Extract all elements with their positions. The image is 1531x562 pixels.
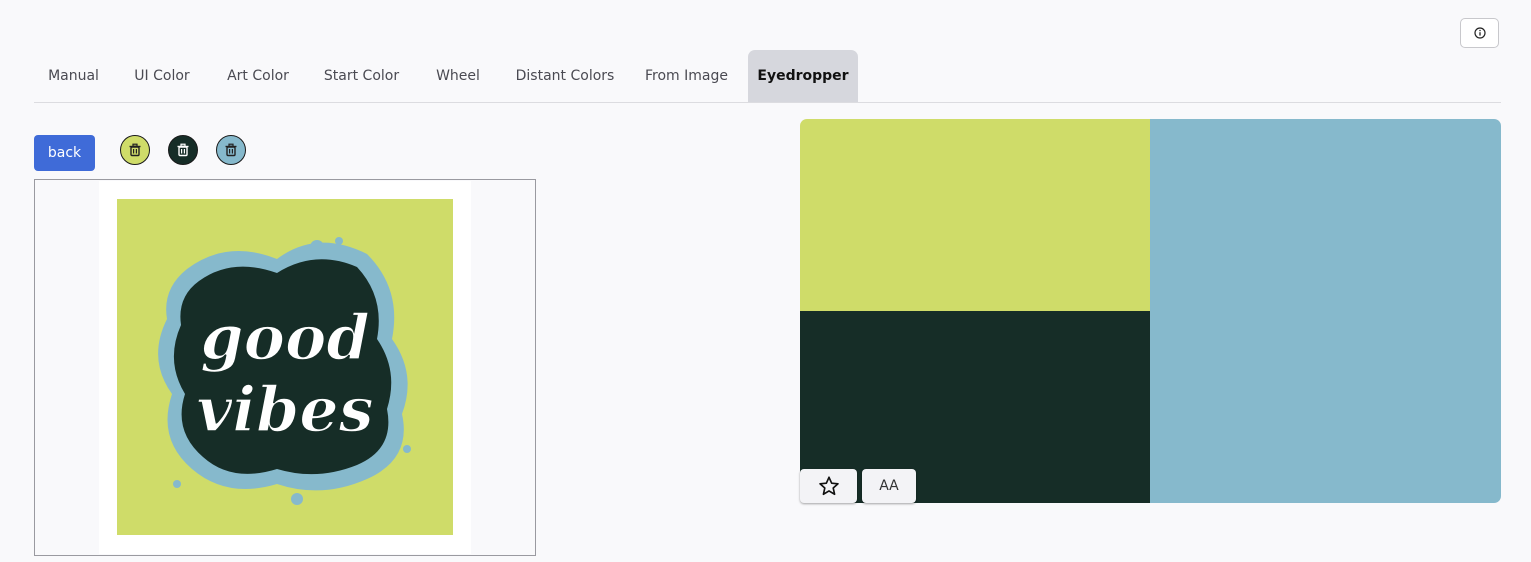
info-button[interactable] [1460,18,1499,48]
tab-bar: Manual UI Color Art Color Start Color Wh… [34,50,1501,103]
tab-ui-color[interactable]: UI Color [120,50,204,102]
tab-from-image[interactable]: From Image [634,50,739,102]
trash-icon [225,143,237,157]
svg-text:good: good [200,301,369,374]
contrast-check-button[interactable]: AA [862,469,916,503]
source-image[interactable]: good vibes [99,181,471,554]
favorite-button[interactable] [800,469,857,503]
star-icon [818,476,839,496]
source-image-frame[interactable]: good vibes [34,179,536,556]
trash-icon [129,143,141,157]
tab-art-color[interactable]: Art Color [212,50,304,102]
info-circle-icon [1473,27,1486,39]
palette-preview [800,119,1501,503]
tab-start-color[interactable]: Start Color [314,50,409,102]
svg-text:vibes: vibes [196,373,373,446]
tab-distant-colors[interactable]: Distant Colors [505,50,625,102]
delete-color-button-1[interactable] [120,135,150,165]
good-vibes-artwork[interactable]: good vibes [117,199,453,535]
back-button[interactable]: back [34,135,95,171]
tab-wheel[interactable]: Wheel [423,50,493,102]
delete-color-button-2[interactable] [168,135,198,165]
palette-swatch-3[interactable] [1150,119,1501,503]
tab-manual[interactable]: Manual [34,50,113,102]
palette-swatch-1[interactable] [800,119,1150,311]
tab-eyedropper[interactable]: Eyedropper [748,50,858,102]
delete-color-button-3[interactable] [216,135,246,165]
trash-icon [177,143,189,157]
